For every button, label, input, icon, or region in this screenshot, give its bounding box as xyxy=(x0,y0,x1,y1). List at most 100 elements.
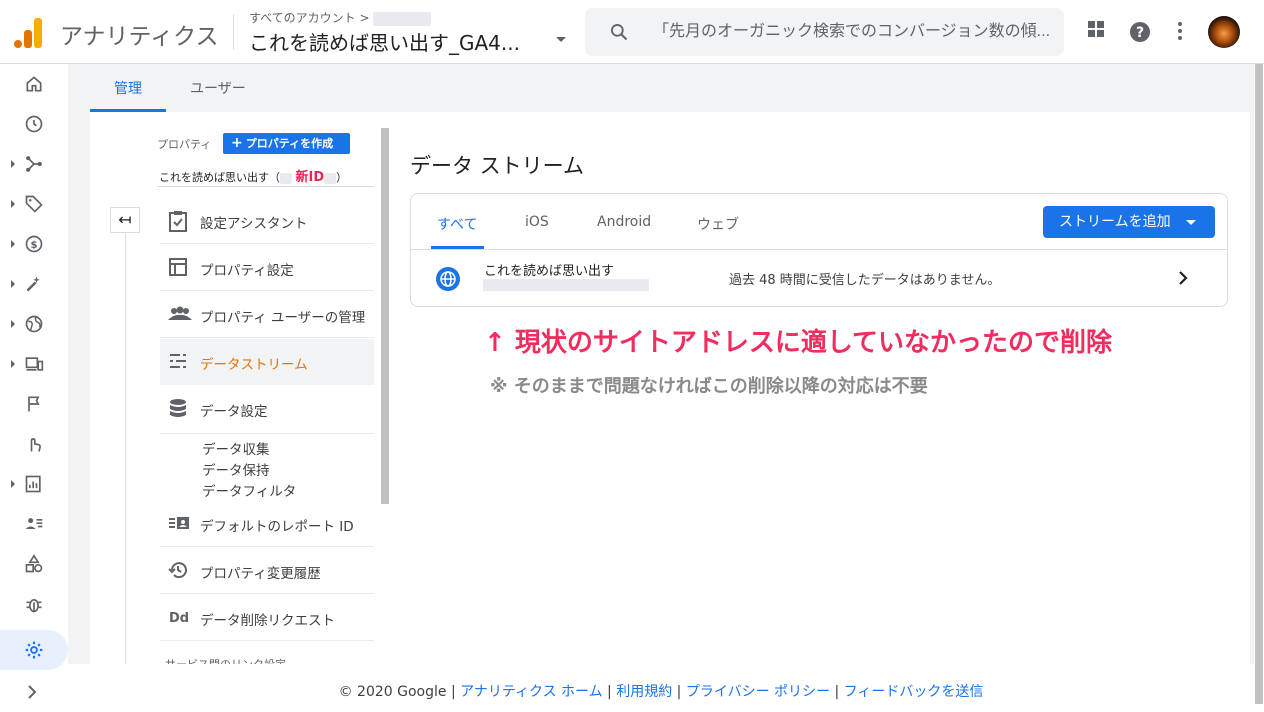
divider xyxy=(411,249,1227,250)
dd-icon: Dd xyxy=(169,611,189,626)
divider xyxy=(157,186,374,187)
search-box[interactable] xyxy=(585,8,1064,56)
nav-explore[interactable] xyxy=(0,464,68,504)
create-property-button[interactable]: + プロパティを作成 xyxy=(223,133,350,154)
stream-name: これを読めば思い出す xyxy=(484,264,615,279)
fork-icon xyxy=(26,156,42,172)
menu-property-settings[interactable]: プロパティ設定 xyxy=(160,245,374,291)
menu-default-reporting-id[interactable]: デフォルトのレポート ID xyxy=(160,501,374,547)
divider xyxy=(125,233,126,664)
bug-icon xyxy=(26,599,42,613)
left-nav: $ xyxy=(0,64,68,712)
admin-tabs: 管理 ユーザー xyxy=(90,64,1250,112)
app-title: アナリティクス xyxy=(60,24,219,50)
nav-home[interactable] xyxy=(0,64,68,104)
nav-events[interactable] xyxy=(0,384,68,424)
menu-change-history[interactable]: プロパティ変更履歴 xyxy=(160,548,374,594)
chevron-right-icon[interactable] xyxy=(1177,270,1189,286)
tab-web[interactable]: ウェブ xyxy=(697,214,739,234)
web-globe-icon xyxy=(436,267,460,291)
chevron-down-icon[interactable] xyxy=(556,37,566,42)
database-icon xyxy=(170,399,186,417)
nav-monetization[interactable]: $ xyxy=(0,224,68,264)
annotation-main: ↑ 現状のサイトアドレスに適していなかったので削除 xyxy=(484,328,1113,358)
touch-icon xyxy=(30,438,41,452)
tab-all[interactable]: すべて xyxy=(437,214,477,234)
submenu-data-collection[interactable]: データ収集 xyxy=(202,438,270,458)
history-icon xyxy=(168,562,187,579)
nav-debug[interactable] xyxy=(0,584,68,624)
account-breadcrumb[interactable]: すべてのアカウント > xyxy=(249,9,432,26)
link-privacy[interactable]: プライバシー ポリシー xyxy=(686,684,830,700)
menu-service-links[interactable]: サービス間のリンク設定 xyxy=(165,656,286,664)
svg-text:$: $ xyxy=(31,240,38,251)
menu-setup-assistant[interactable]: 設定アシスタント xyxy=(160,198,374,244)
nav-conversions[interactable] xyxy=(0,424,68,464)
nav-tech[interactable] xyxy=(0,344,68,384)
submenu-data-retention[interactable]: データ保持 xyxy=(202,459,270,479)
new-id-label: 新ID xyxy=(295,170,325,185)
analysis-icon xyxy=(25,475,41,493)
page-scrollbar[interactable] xyxy=(1254,64,1264,712)
link-feedback[interactable]: フィードバックを送信 xyxy=(844,684,984,700)
nav-audience[interactable] xyxy=(0,504,68,544)
streams-card: すべて iOS Android ウェブ ストリームを追加 これを読めば思い出す … xyxy=(410,193,1228,307)
flag-icon xyxy=(28,396,40,412)
divider xyxy=(233,14,234,50)
caret-down-icon xyxy=(1186,220,1196,225)
plus-icon: + xyxy=(231,135,243,151)
gear-icon xyxy=(25,641,43,659)
avatar[interactable] xyxy=(1208,16,1240,48)
back-button[interactable]: ↤ xyxy=(110,207,140,233)
globe-icon xyxy=(25,315,43,333)
footer: © 2020 Google | アナリティクス ホーム | 利用規約 | プライ… xyxy=(68,664,1254,712)
tab-admin[interactable]: 管理 xyxy=(114,78,142,98)
person-list-icon xyxy=(25,518,43,529)
nav-engagement[interactable] xyxy=(0,184,68,224)
link-analytics-home[interactable]: アナリティクス ホーム xyxy=(460,684,603,700)
expand-nav-icon[interactable] xyxy=(24,684,40,700)
stream-url-redacted xyxy=(483,279,649,291)
menu-data-streams[interactable]: データストリーム xyxy=(160,339,374,385)
copyright: © 2020 Google | xyxy=(338,684,461,700)
analytics-logo-icon[interactable] xyxy=(14,16,44,48)
menu-data-deletion[interactable]: Dd データ削除リクエスト xyxy=(160,595,374,641)
svg-text:Dd: Dd xyxy=(169,611,189,626)
streams-icon xyxy=(170,354,186,368)
nav-demographics[interactable] xyxy=(0,304,68,344)
add-stream-button[interactable]: ストリームを追加 xyxy=(1043,206,1215,238)
create-property-label: プロパティを作成 xyxy=(245,137,334,150)
svg-text:?: ? xyxy=(1136,25,1144,41)
link-terms[interactable]: 利用規約 xyxy=(616,684,672,700)
nav-retention[interactable] xyxy=(0,264,68,304)
tab-android[interactable]: Android xyxy=(597,214,651,230)
tab-ios[interactable]: iOS xyxy=(525,214,549,230)
nav-acquisition[interactable] xyxy=(0,144,68,184)
property-name: これを読めば思い出す（ 新ID） xyxy=(159,170,348,185)
tag-icon xyxy=(25,195,43,213)
shapes-icon xyxy=(25,554,43,573)
checklist-icon xyxy=(169,211,187,232)
devices-icon xyxy=(25,357,44,371)
help-icon[interactable]: ? xyxy=(1129,21,1151,43)
menu-data-settings[interactable]: データ設定 xyxy=(160,386,374,434)
layout-icon xyxy=(169,258,187,276)
nav-configure[interactable] xyxy=(0,544,68,584)
nav-admin[interactable] xyxy=(0,630,68,670)
annotation-note: ※ そのままで問題なければこの削除以降の対応は不要 xyxy=(490,376,928,397)
nav-realtime[interactable] xyxy=(0,104,68,144)
menu-user-management[interactable]: プロパティ ユーザーの管理 xyxy=(160,292,374,338)
property-selector[interactable]: これを読めば思い出す_GA4... xyxy=(249,27,520,56)
search-input[interactable] xyxy=(653,20,1053,44)
top-bar: アナリティクス すべてのアカウント > これを読めば思い出す_GA4... ? xyxy=(0,0,1264,64)
page-title: データ ストリーム xyxy=(410,154,585,178)
apps-grid-icon[interactable] xyxy=(1087,20,1105,38)
scrollbar-thumb[interactable] xyxy=(1255,64,1263,704)
sidebar-scrollbar[interactable] xyxy=(381,128,389,504)
wand-icon xyxy=(26,276,40,292)
more-vert-icon[interactable] xyxy=(1176,20,1184,42)
submenu-data-filters[interactable]: データフィルタ xyxy=(202,480,296,500)
dollar-icon: $ xyxy=(25,235,43,253)
tab-user[interactable]: ユーザー xyxy=(190,78,246,98)
stream-status: 過去 48 時間に受信したデータはありません。 xyxy=(729,273,1001,288)
